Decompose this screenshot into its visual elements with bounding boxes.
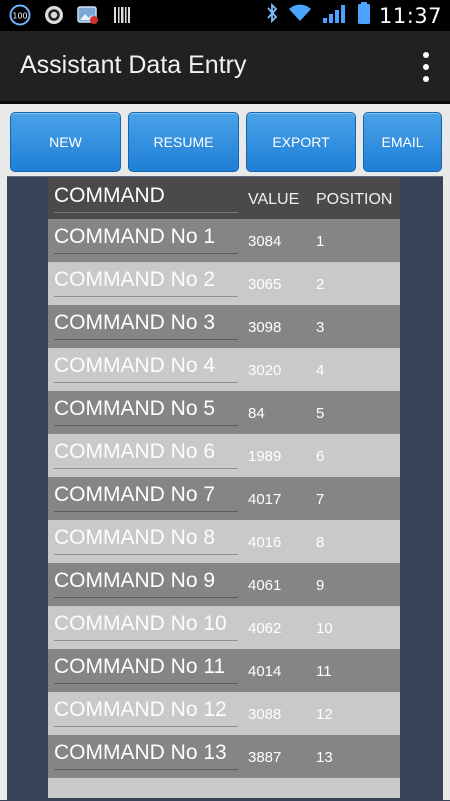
table-row[interactable]: COMMAND No 3 3098 3 bbox=[48, 305, 400, 348]
table-header: COMMAND VALUE POSITION bbox=[48, 177, 400, 219]
table-row[interactable]: COMMAND No 2 3065 2 bbox=[48, 262, 400, 305]
app-title: Assistant Data Entry bbox=[20, 51, 247, 79]
table-row[interactable]: COMMAND No 13 3887 13 bbox=[48, 735, 400, 778]
position-cell: 11 bbox=[316, 663, 332, 680]
command-field[interactable]: COMMAND No 9 bbox=[54, 569, 238, 598]
command-field[interactable]: COMMAND No 7 bbox=[54, 483, 238, 512]
command-field[interactable]: COMMAND No 10 bbox=[54, 612, 238, 641]
position-cell: 1 bbox=[316, 233, 325, 250]
value-cell: 1989 bbox=[248, 448, 282, 465]
position-cell: 7 bbox=[316, 491, 325, 508]
export-button[interactable]: EXPORT bbox=[246, 112, 356, 172]
table-row[interactable]: COMMAND No 4 3020 4 bbox=[48, 348, 400, 391]
header-position: POSITION bbox=[316, 191, 393, 208]
value-cell: 3887 bbox=[248, 749, 282, 766]
table-row[interactable]: COMMAND No 9 4061 9 bbox=[48, 563, 400, 606]
status-clock: 11:37 bbox=[378, 3, 442, 28]
table-row[interactable]: COMMAND No 6 1989 6 bbox=[48, 434, 400, 477]
value-cell: 4061 bbox=[248, 577, 282, 594]
table-row-partial[interactable] bbox=[48, 778, 400, 798]
value-cell: 3020 bbox=[248, 362, 282, 379]
command-field[interactable]: COMMAND No 3 bbox=[54, 311, 238, 340]
position-cell: 5 bbox=[316, 405, 325, 422]
resume-button[interactable]: RESUME bbox=[128, 112, 239, 172]
main-content: NEW RESUME EXPORT EMAIL COMMAND VALUE PO… bbox=[0, 104, 450, 801]
bluetooth-icon bbox=[265, 2, 279, 29]
command-field[interactable]: COMMAND No 11 bbox=[54, 655, 238, 684]
value-cell: 3088 bbox=[248, 706, 282, 723]
position-cell: 8 bbox=[316, 534, 325, 551]
notification-count-icon: 100 bbox=[8, 4, 32, 26]
table-row[interactable]: COMMAND No 12 3088 12 bbox=[48, 692, 400, 735]
command-field[interactable]: COMMAND No 1 bbox=[54, 225, 238, 254]
table-row[interactable]: COMMAND No 10 4062 10 bbox=[48, 606, 400, 649]
table-row[interactable]: COMMAND No 7 4017 7 bbox=[48, 477, 400, 520]
value-cell: 3098 bbox=[248, 319, 282, 336]
command-field[interactable]: COMMAND No 4 bbox=[54, 354, 238, 383]
value-cell: 3084 bbox=[248, 233, 282, 250]
position-cell: 10 bbox=[316, 620, 333, 637]
overflow-menu-icon[interactable] bbox=[420, 52, 432, 82]
data-panel: COMMAND VALUE POSITION COMMAND No 1 3084… bbox=[7, 176, 443, 801]
command-field[interactable]: COMMAND No 8 bbox=[54, 526, 238, 555]
email-button[interactable]: EMAIL bbox=[363, 112, 442, 172]
position-cell: 9 bbox=[316, 577, 325, 594]
battery-icon bbox=[357, 1, 371, 30]
position-cell: 2 bbox=[316, 276, 325, 293]
command-field[interactable]: COMMAND No 13 bbox=[54, 741, 238, 770]
command-field[interactable]: COMMAND No 6 bbox=[54, 440, 238, 469]
photo-alert-icon bbox=[76, 4, 100, 26]
value-cell: 4062 bbox=[248, 620, 282, 637]
table-row[interactable]: COMMAND No 8 4016 8 bbox=[48, 520, 400, 563]
command-field[interactable]: COMMAND No 5 bbox=[54, 397, 238, 426]
signal-icon bbox=[321, 2, 349, 29]
button-row: NEW RESUME EXPORT EMAIL bbox=[0, 104, 450, 176]
circle-app-icon bbox=[42, 4, 66, 26]
value-cell: 84 bbox=[248, 405, 265, 422]
position-cell: 6 bbox=[316, 448, 325, 465]
wifi-icon bbox=[287, 3, 313, 28]
value-cell: 4016 bbox=[248, 534, 282, 551]
position-cell: 13 bbox=[316, 749, 333, 766]
header-command: COMMAND bbox=[54, 184, 238, 213]
value-cell: 4017 bbox=[248, 491, 282, 508]
status-bar: 100 11:37 bbox=[0, 0, 450, 31]
command-field[interactable]: COMMAND No 2 bbox=[54, 268, 238, 297]
header-value: VALUE bbox=[248, 191, 300, 208]
value-cell: 4014 bbox=[248, 663, 282, 680]
table-row[interactable]: COMMAND No 11 4014 11 bbox=[48, 649, 400, 692]
new-button[interactable]: NEW bbox=[10, 112, 121, 172]
position-cell: 4 bbox=[316, 362, 325, 379]
table-row[interactable]: COMMAND No 5 84 5 bbox=[48, 391, 400, 434]
table-row[interactable]: COMMAND No 1 3084 1 bbox=[48, 219, 400, 262]
command-field[interactable]: COMMAND No 12 bbox=[54, 698, 238, 727]
barcode-icon bbox=[110, 4, 134, 26]
value-cell: 3065 bbox=[248, 276, 282, 293]
position-cell: 3 bbox=[316, 319, 325, 336]
data-table: COMMAND VALUE POSITION COMMAND No 1 3084… bbox=[48, 177, 400, 798]
notification-count: 100 bbox=[12, 12, 27, 21]
position-cell: 12 bbox=[316, 706, 333, 723]
action-bar: Assistant Data Entry bbox=[0, 31, 450, 104]
